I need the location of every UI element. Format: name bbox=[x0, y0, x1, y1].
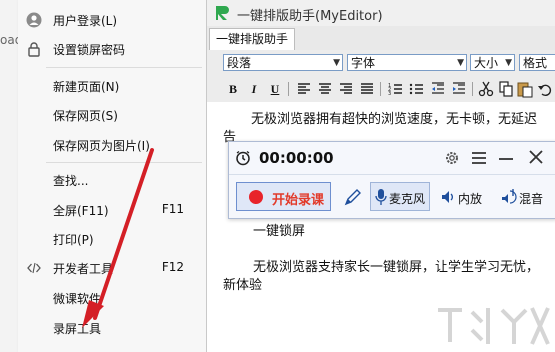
format-select-value: 格式 bbox=[523, 56, 548, 70]
microphone-label: 麦克风 bbox=[389, 192, 426, 206]
numbered-list-icon[interactable]: 123 bbox=[387, 80, 405, 98]
menu-item-new-page[interactable]: 新建页面(N) bbox=[18, 74, 206, 98]
menu-item-fullscreen[interactable]: 全屏(F11) F11 bbox=[18, 198, 206, 222]
undo-icon[interactable] bbox=[536, 80, 554, 98]
menu-item-label: 打印(P) bbox=[53, 233, 94, 247]
toolbar-separator bbox=[288, 82, 289, 96]
italic-button[interactable]: I bbox=[245, 80, 263, 98]
chevron-down-icon: ▼ bbox=[333, 58, 340, 68]
recorder-header: 00:00:00 bbox=[229, 142, 555, 175]
style-toolbar: B I U 123 bbox=[207, 76, 555, 103]
menu-separator bbox=[46, 162, 202, 163]
menu-item-label: 用户登录(L) bbox=[53, 14, 118, 28]
watermark-logo bbox=[438, 307, 550, 345]
microphone-button[interactable]: 麦克风 bbox=[370, 182, 430, 211]
chevron-down-icon: ▼ bbox=[505, 58, 512, 68]
doc-paragraph-2-line-2: 新体验 bbox=[223, 278, 263, 293]
editor-titlebar: 一键排版助手(MyEditor) bbox=[207, 0, 555, 26]
paragraph-select-value: 段落 bbox=[227, 56, 252, 70]
size-select[interactable]: 大小 ▼ bbox=[470, 54, 515, 71]
toolbar-separator bbox=[472, 82, 473, 96]
menu-separator bbox=[46, 67, 202, 68]
menu-item-print[interactable]: 打印(P) bbox=[18, 227, 206, 251]
menu-item-micro-lesson-software[interactable]: 微课软件 bbox=[18, 286, 206, 310]
menu-item-label: 录屏工具 bbox=[53, 322, 102, 336]
menu-item-set-lock-password[interactable]: 设置锁屏密码 bbox=[18, 37, 206, 61]
menu-icon[interactable] bbox=[471, 151, 487, 165]
menu-item-save-page-as-image[interactable]: 保存网页为图片(I) bbox=[18, 133, 206, 157]
menu-item-shortcut: F11 bbox=[161, 202, 184, 216]
align-justify-icon[interactable] bbox=[358, 80, 376, 98]
menu-item-developer-tools[interactable]: 开发者工具 F12 bbox=[18, 256, 206, 280]
font-select[interactable]: 字体 ▼ bbox=[347, 54, 467, 71]
menu-item-login[interactable]: 用户登录(L) bbox=[18, 8, 206, 32]
bullet-list-icon[interactable] bbox=[408, 80, 426, 98]
doc-paragraph-1-line-1: 无极浏览器拥有超快的浏览速度，无卡顿，无延迟 bbox=[251, 112, 538, 127]
menu-item-label: 开发者工具 bbox=[53, 262, 114, 276]
app-logo-icon bbox=[216, 6, 229, 20]
minimize-icon[interactable] bbox=[499, 156, 513, 162]
menu-item-label: 设置锁屏密码 bbox=[53, 43, 126, 57]
mix-audio-label[interactable]: 混音 bbox=[519, 190, 543, 207]
chevron-down-icon: ▼ bbox=[457, 58, 464, 68]
mix-audio-icon[interactable] bbox=[501, 188, 519, 206]
recording-timer: 00:00:00 bbox=[259, 149, 334, 167]
settings-gear-icon[interactable] bbox=[444, 150, 460, 166]
internal-audio-label[interactable]: 内放 bbox=[458, 190, 482, 207]
align-left-icon[interactable] bbox=[295, 80, 313, 98]
start-recording-label: 开始录课 bbox=[272, 193, 325, 208]
size-select-value: 大小 bbox=[474, 56, 499, 70]
lock-icon bbox=[28, 42, 40, 57]
user-icon bbox=[26, 12, 42, 28]
menu-item-label: 查找... bbox=[53, 174, 89, 188]
menu-item-screen-recorder[interactable]: 录屏工具 bbox=[18, 316, 206, 340]
cut-icon[interactable] bbox=[477, 80, 495, 98]
align-center-icon[interactable] bbox=[316, 80, 334, 98]
paragraph-select[interactable]: 段落 ▼ bbox=[223, 54, 343, 71]
code-icon bbox=[27, 262, 41, 274]
font-select-value: 字体 bbox=[351, 56, 376, 70]
menu-item-label: 新建页面(N) bbox=[53, 80, 120, 94]
menu-item-shortcut: F12 bbox=[161, 260, 184, 274]
speaker-icon[interactable] bbox=[440, 189, 456, 205]
doc-paragraph-2-line-1: 无极浏览器支持家长一键锁屏，让学生学习无忧， bbox=[253, 260, 540, 275]
background-browser-strip: oad bbox=[0, 0, 22, 352]
microphone-icon bbox=[375, 189, 387, 205]
editor-tabbar: 一键排版助手 bbox=[207, 26, 555, 51]
pen-icon[interactable] bbox=[343, 187, 363, 207]
indent-icon[interactable] bbox=[450, 80, 468, 98]
browser-context-menu: 用户登录(L) 设置锁屏密码 新建页面(N) 保存网页(S) 保存网页为图片(I… bbox=[18, 0, 207, 352]
doc-heading-lock-screen: 一键锁屏 bbox=[253, 224, 306, 239]
bold-button[interactable]: B bbox=[224, 80, 242, 98]
menu-item-label: 微课软件 bbox=[53, 292, 102, 306]
copy-icon[interactable] bbox=[497, 80, 515, 98]
menu-item-label: 保存网页为图片(I) bbox=[53, 139, 150, 153]
underline-button[interactable]: U bbox=[266, 80, 284, 98]
menu-item-save-page[interactable]: 保存网页(S) bbox=[18, 103, 206, 127]
start-recording-button[interactable]: 开始录课 bbox=[236, 182, 331, 211]
paste-icon[interactable] bbox=[516, 80, 534, 98]
menu-item-label: 保存网页(S) bbox=[53, 109, 118, 123]
menu-item-find[interactable]: 查找... bbox=[18, 168, 206, 192]
close-icon[interactable] bbox=[529, 150, 543, 164]
record-dot-icon bbox=[249, 190, 263, 204]
menu-item-label: 全屏(F11) bbox=[53, 204, 109, 218]
outdent-icon[interactable] bbox=[429, 80, 447, 98]
screen-recorder-panel: 00:00:00 开始录课 麦克风 内放 混音 bbox=[228, 141, 555, 219]
tab-editor[interactable]: 一键排版助手 bbox=[209, 28, 296, 50]
formatting-toolbar: 段落 ▼ 字体 ▼ 大小 ▼ 格式 bbox=[207, 50, 555, 77]
clock-icon bbox=[236, 150, 250, 166]
format-select[interactable]: 格式 bbox=[519, 54, 555, 71]
align-right-icon[interactable] bbox=[337, 80, 355, 98]
svg-text:3: 3 bbox=[388, 91, 391, 97]
toolbar-separator bbox=[380, 82, 381, 96]
editor-title: 一键排版助手(MyEditor) bbox=[237, 9, 383, 24]
